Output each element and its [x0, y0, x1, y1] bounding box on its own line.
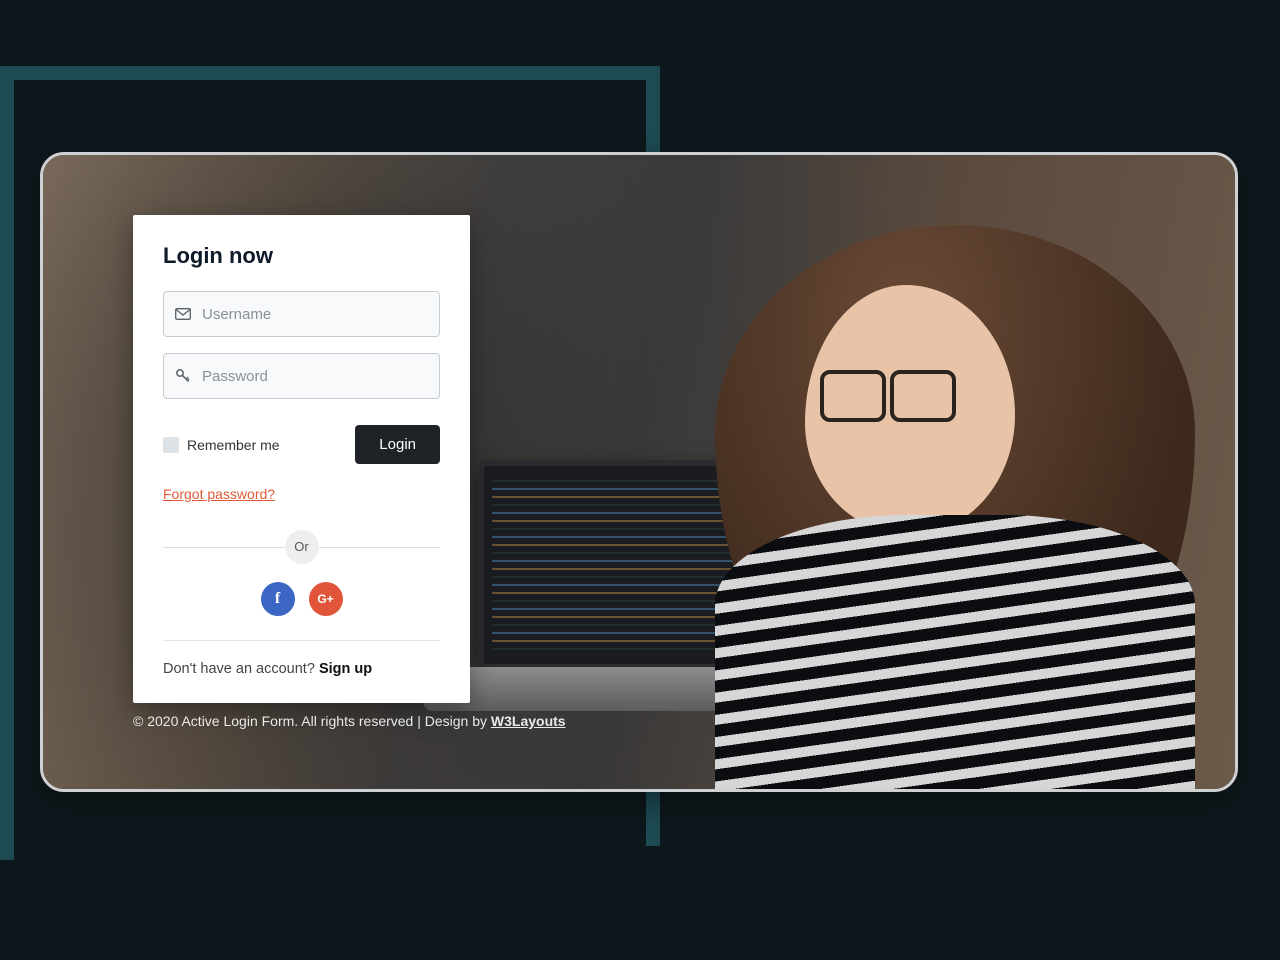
main-frame: Login now Remember me	[40, 152, 1238, 792]
remember-me[interactable]: Remember me	[163, 437, 280, 453]
remember-checkbox[interactable]	[163, 437, 179, 453]
google-login-button[interactable]: G+	[309, 582, 343, 616]
login-button[interactable]: Login	[355, 425, 440, 464]
decorative-bracket-side	[0, 66, 14, 860]
envelope-icon	[174, 308, 192, 320]
social-login-row: f G+	[163, 582, 440, 641]
signup-prompt: Don't have an account?	[163, 661, 319, 677]
footer: © 2020 Active Login Form. All rights res…	[133, 713, 566, 729]
signup-line: Don't have an account? Sign up	[163, 661, 440, 677]
remember-label: Remember me	[187, 437, 280, 453]
login-title: Login now	[163, 243, 440, 269]
login-card: Login now Remember me	[133, 215, 470, 703]
or-divider: Or	[163, 530, 440, 564]
person-illustration	[655, 225, 1238, 785]
password-input[interactable]	[192, 354, 429, 398]
key-icon	[174, 368, 192, 384]
facebook-icon: f	[275, 590, 280, 608]
divider-label: Or	[285, 530, 319, 564]
footer-text: © 2020 Active Login Form. All rights res…	[133, 713, 491, 729]
forgot-password-link[interactable]: Forgot password?	[163, 486, 275, 502]
username-field-group	[163, 291, 440, 337]
facebook-login-button[interactable]: f	[261, 582, 295, 616]
footer-link[interactable]: W3Layouts	[491, 713, 566, 729]
username-input[interactable]	[192, 292, 429, 336]
signup-link[interactable]: Sign up	[319, 661, 372, 677]
google-plus-icon: G+	[317, 592, 333, 606]
password-field-group	[163, 353, 440, 399]
remember-login-row: Remember me Login	[163, 425, 440, 464]
